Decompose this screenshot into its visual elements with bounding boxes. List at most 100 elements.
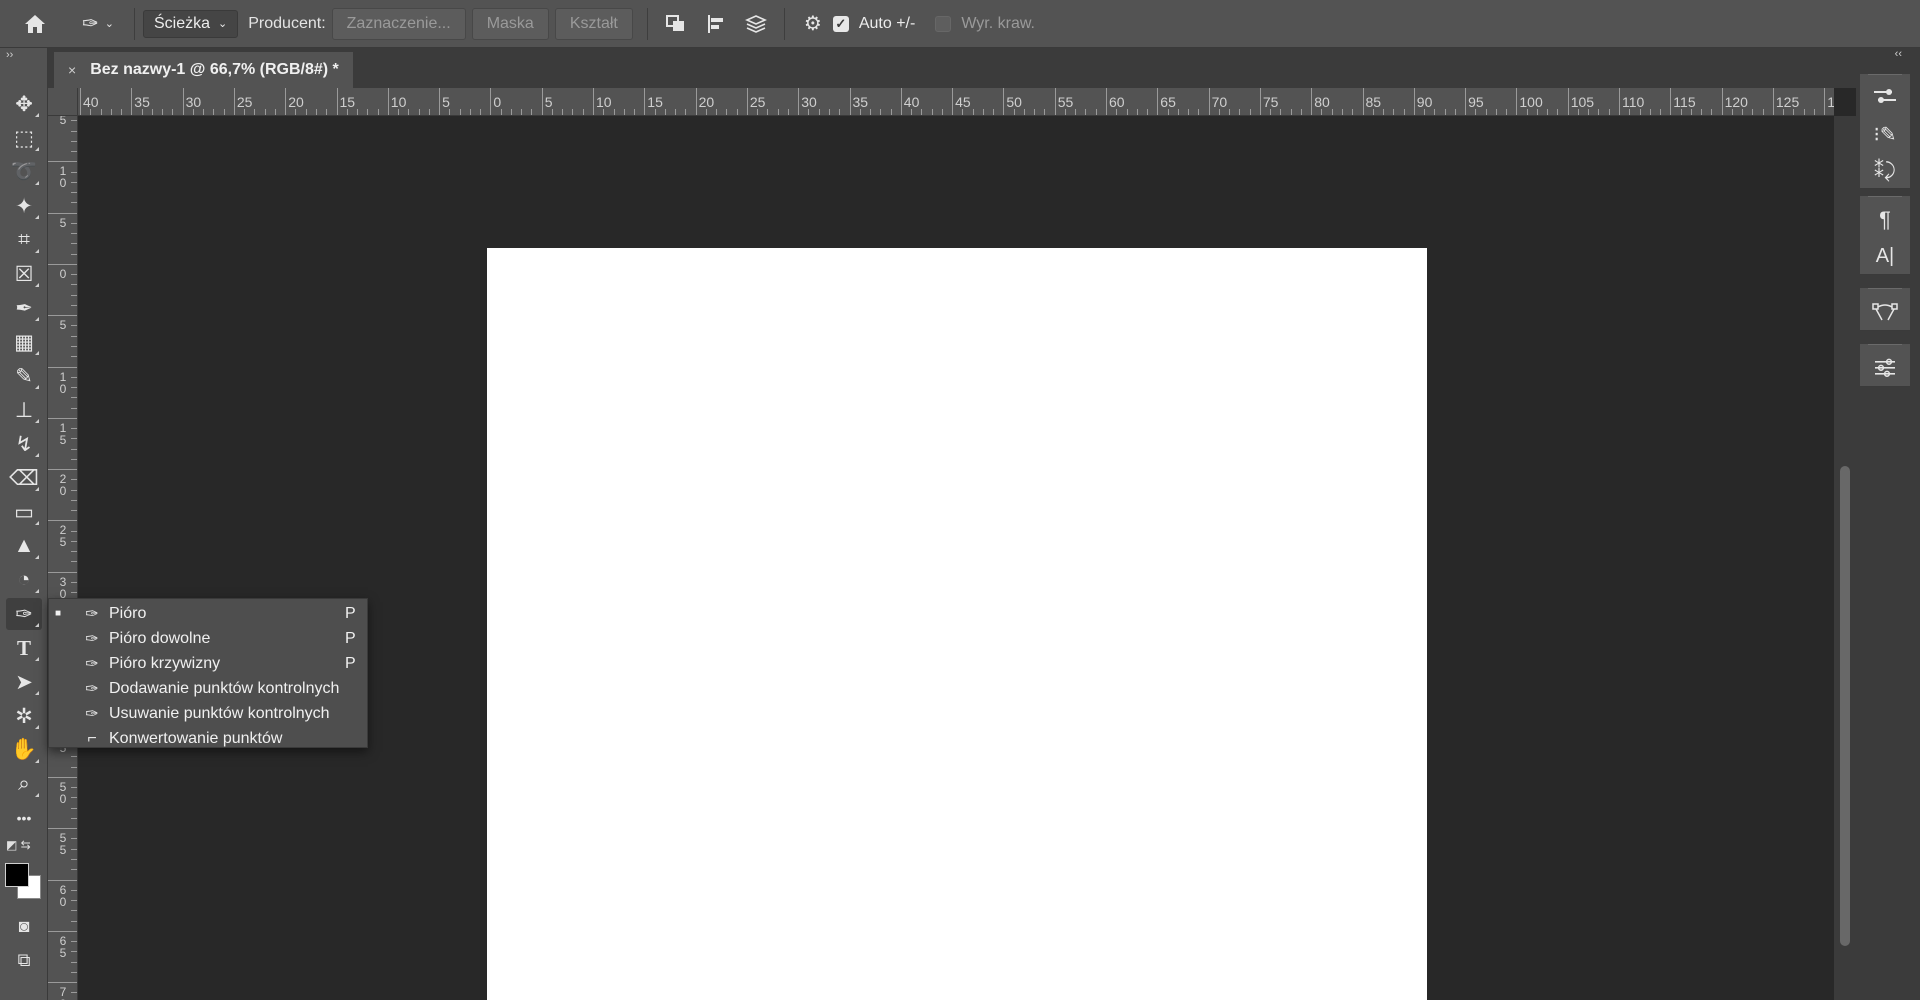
flyout-item-usuwanie-punktów-kontrolnych[interactable]: ✑ Usuwanie punktów kontrolnych [49, 701, 367, 726]
brush-tool-icon[interactable]: ✎ [6, 360, 42, 392]
foreground-color-swatch[interactable] [5, 863, 29, 887]
ruler-tick [439, 88, 441, 115]
ruler-tick [798, 88, 800, 115]
ruler-tick [726, 109, 728, 115]
ruler-tick [705, 109, 707, 115]
zoom-tool-icon[interactable]: ⌕ [6, 768, 42, 800]
type-tool-icon[interactable]: T [6, 632, 42, 664]
dodge-tool-icon[interactable]: ◔ [6, 564, 42, 596]
path-selection-tool-icon[interactable]: ➤ [6, 666, 42, 698]
ruler-tick [1311, 88, 1313, 115]
ruler-tick [480, 109, 482, 115]
paths-icon[interactable] [1860, 294, 1910, 330]
auto-add-delete-checkbox[interactable]: ✓ [832, 15, 849, 32]
gradient-tool-icon[interactable]: ▭ [6, 496, 42, 528]
home-icon[interactable] [0, 0, 70, 48]
swap-colors-icon[interactable]: ◩ ⇆ [6, 838, 31, 852]
crop-tool-icon[interactable]: ⌗ [6, 224, 42, 256]
flyout-indicator [35, 453, 39, 457]
adjustments-icon[interactable] [1860, 350, 1910, 386]
document-canvas[interactable] [487, 248, 1427, 1000]
options-bar: ✑ ⌄ Ścieżka ⌄ Producent: Zaznaczenie... … [0, 0, 1920, 48]
lasso-tool-icon[interactable]: ➰ [6, 156, 42, 188]
ruler-label: 15 [647, 94, 663, 110]
flyout-item-konwertowanie-punktów[interactable]: ⌐ Konwertowanie punktów [49, 726, 367, 751]
ruler-tick [336, 88, 338, 115]
ruler-tick [71, 551, 77, 553]
ruler-tick [172, 109, 174, 115]
magic-wand-tool-icon[interactable]: ✦ [6, 190, 42, 222]
ruler-label: 65 [1160, 94, 1176, 110]
paragraph-icon[interactable]: ¶ [1860, 202, 1910, 238]
ruler-label: 7 0 [59, 985, 67, 1000]
ruler-tick [71, 140, 77, 142]
ruler-tick [1188, 109, 1190, 115]
flyout-item-pióro[interactable]: ■ ✑ Pióro P [49, 601, 367, 626]
history-brush-tool-icon[interactable]: ↯ [6, 428, 42, 460]
align-edges-label: Wyr. kraw. [961, 14, 1035, 32]
patch-tool-icon[interactable]: ▦ [6, 326, 42, 358]
ruler-tick [808, 109, 810, 115]
eraser-tool-icon[interactable]: ⌫ [6, 462, 42, 494]
ruler-tick [71, 807, 77, 809]
ruler-tick [644, 88, 646, 115]
ruler-label: 30 [185, 94, 202, 110]
ruler-tick [1465, 88, 1467, 115]
eyedropper-tool-icon[interactable]: ✒ [6, 292, 42, 324]
stamp-tool-icon[interactable]: ⊥ [6, 394, 42, 426]
path-arrangement-icon[interactable] [736, 0, 776, 48]
ruler-tick [675, 109, 677, 115]
flyout-item-pióro-krzywizny[interactable]: ✑ Pióro krzywizny P [49, 651, 367, 676]
flyout-item-pióro-dowolne[interactable]: ✑ Pióro dowolne P [49, 626, 367, 651]
curvature-pen-icon: ✑ [85, 655, 99, 673]
horizontal-ruler[interactable]: 40 35 30 25 20 15 10 5 0 5 10 15 20 25 30 35 40 45 50 55 60 6… [78, 88, 1834, 116]
ruler-origin[interactable] [48, 88, 78, 116]
marquee-tool-icon[interactable]: ⬚ [6, 122, 42, 154]
mode-dropdown[interactable]: Ścieżka ⌄ [143, 9, 239, 38]
path-operations-icon[interactable] [656, 0, 696, 48]
scrollbar-thumb[interactable] [1840, 466, 1850, 946]
shape-button[interactable]: Kształt [554, 7, 633, 40]
path-alignment-icon[interactable] [696, 0, 736, 48]
ruler-tick [1424, 109, 1426, 115]
collapse-panels-icon[interactable]: ‹‹ [1856, 48, 1920, 66]
document-tab[interactable]: × Bez nazwy-1 @ 66,7% (RGB/8#) * [54, 52, 353, 88]
move-tool-icon[interactable]: ✥ [6, 88, 42, 120]
ruler-tick [972, 109, 974, 115]
vertical-ruler[interactable]: 51 05051 01 52 02 53 03 54 04 55 05 56 0… [48, 116, 78, 1000]
more-tools-icon[interactable]: ••• [6, 802, 42, 834]
properties-icon[interactable] [1860, 80, 1910, 116]
frame-tool-icon[interactable]: ☒ [6, 258, 42, 290]
blur-tool-icon[interactable]: ▲ [6, 530, 42, 562]
hand-tool-icon[interactable]: ✋ [6, 734, 42, 766]
ruler-label: 1 0 [59, 164, 67, 191]
gear-icon[interactable]: ⚙ [793, 0, 833, 48]
custom-shape-tool-icon[interactable]: ✲ [6, 700, 42, 732]
ruler-tick [1136, 109, 1138, 115]
selection-button[interactable]: Zaznaczenie... [331, 7, 466, 40]
ruler-tick [469, 109, 471, 115]
brush-settings-icon[interactable]: ⁝✎ [1860, 116, 1910, 152]
close-icon[interactable]: × [68, 62, 76, 78]
quick-mask-icon[interactable]: ◙ [6, 910, 42, 942]
canvas-pasteboard[interactable] [79, 117, 1834, 1000]
character-icon[interactable]: A| [1860, 238, 1910, 274]
ruler-tick [1619, 88, 1620, 115]
flyout-indicator [35, 759, 39, 763]
ruler-tick [71, 592, 77, 594]
flyout-indicator [35, 521, 39, 525]
ruler-tick [71, 797, 77, 799]
flyout-item-dodawanie-punktów-kontrolnych[interactable]: ✑ Dodawanie punktów kontrolnych [49, 676, 367, 701]
ruler-tick [1434, 109, 1436, 115]
screen-mode-icon[interactable]: ⧉ [6, 944, 42, 976]
ruler-tick [1516, 88, 1518, 115]
ruler-tick [254, 109, 256, 115]
align-edges-checkbox[interactable] [935, 15, 952, 32]
ruler-tick [357, 109, 359, 115]
mask-button[interactable]: Maska [471, 7, 549, 40]
tool-preset-picker[interactable]: ✑ ⌄ [70, 0, 126, 48]
vertical-scrollbar[interactable] [1834, 116, 1856, 1000]
pen-tool-icon[interactable]: ✑ [6, 598, 42, 630]
expand-toolbar-icon[interactable]: ›› [0, 48, 47, 64]
swatches-icon[interactable]: ⁑⤸ [1860, 152, 1910, 188]
